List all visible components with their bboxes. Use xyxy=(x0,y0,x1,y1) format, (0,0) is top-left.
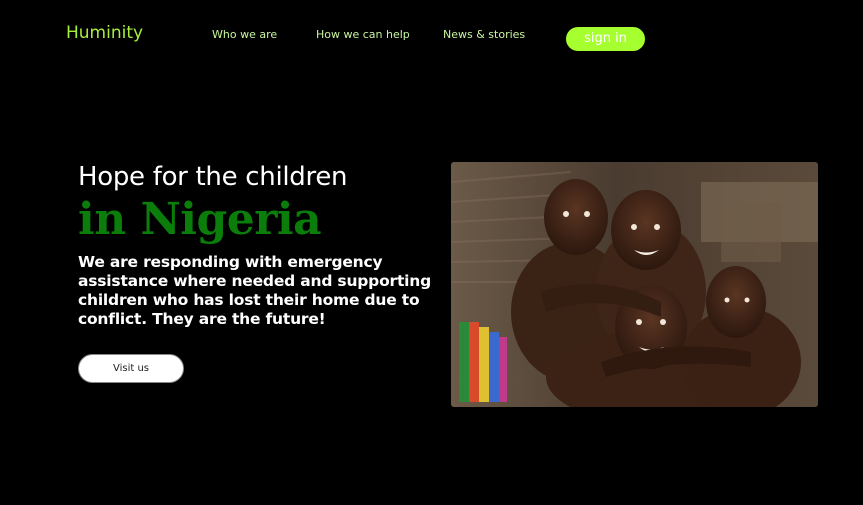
hero-description: We are responding with emergency assista… xyxy=(78,253,432,328)
sign-in-button[interactable]: sign in xyxy=(566,27,645,51)
nav-how-we-can-help[interactable]: How we can help xyxy=(316,28,410,41)
hero-title: Hope for the children xyxy=(78,162,348,192)
page: Huminity Who we are How we can help News… xyxy=(0,0,863,505)
logo[interactable]: Huminity xyxy=(66,23,143,43)
nav-news-stories[interactable]: News & stories xyxy=(443,28,525,41)
nav-who-we-are[interactable]: Who we are xyxy=(212,28,277,41)
hero-photo xyxy=(451,162,818,407)
hero-accent-title: in Nigeria xyxy=(78,194,322,245)
visit-us-button[interactable]: Visit us xyxy=(78,354,184,383)
children-photo-illustration xyxy=(451,162,818,407)
